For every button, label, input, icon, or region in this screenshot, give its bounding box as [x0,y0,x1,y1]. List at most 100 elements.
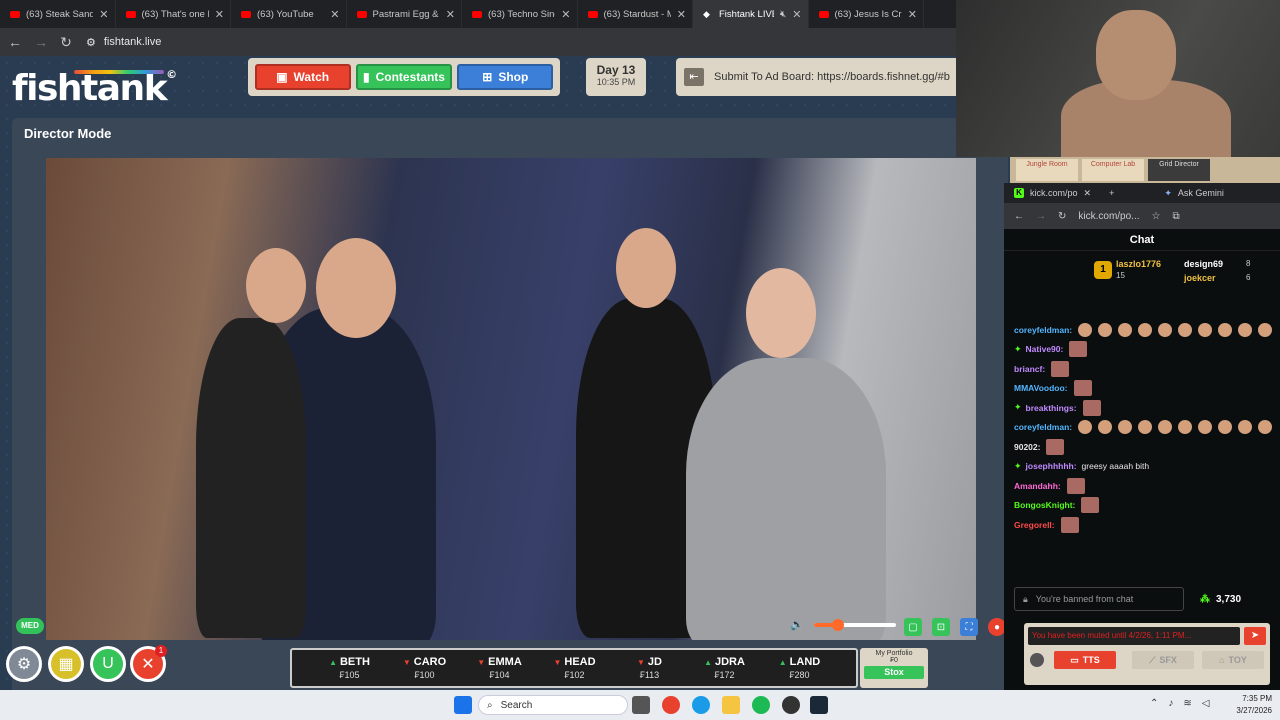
browser-tab[interactable]: (63) Steak Sandwich ✕ [0,0,116,28]
ticker-item[interactable]: ▲ JDRA ₣172 [687,656,762,680]
close-tab-icon[interactable]: ✕ [330,8,339,21]
volume-icon[interactable]: 🔈 [790,618,804,631]
chat-username[interactable]: josephhhhh: [1026,461,1077,471]
ticker-item[interactable]: ▲ LAND ₣280 [762,656,837,680]
url-field[interactable]: ⚙ fishtank.live [86,36,161,49]
spotify-icon[interactable] [752,696,770,714]
chat-username[interactable]: coreyfeldman: [1014,422,1072,432]
ticker-item[interactable]: ▼ EMMA ₣104 [462,656,537,680]
forward-icon[interactable]: → [34,34,48,50]
new-tab-icon[interactable]: + [1109,188,1114,198]
live-video[interactable] [46,158,976,640]
emoji-icon[interactable] [1030,653,1044,667]
browser-tab[interactable]: (63) Techno Singul ✕ [462,0,578,28]
start-icon[interactable] [454,696,472,714]
chat-tab-title[interactable]: kick.com/po [1030,188,1078,198]
steam-icon[interactable] [810,696,828,714]
close-tab-icon[interactable]: ✕ [677,8,686,21]
chat-username[interactable]: Amandahh: [1014,481,1061,491]
chevron-up-icon[interactable]: ⌃ [1150,698,1158,709]
ticker-price: ₣172 [714,670,735,680]
ticker-name: EMMA [488,656,522,668]
mic-icon[interactable]: ♪ [1168,698,1173,709]
send-button[interactable]: ➤ [1244,627,1266,645]
chat-username[interactable]: coreyfeldman: [1014,325,1072,335]
contestants-button[interactable]: ▮ Contestants [355,64,452,90]
close-tab-icon[interactable]: ✕ [215,8,224,21]
reload-icon[interactable]: ↻ [60,34,72,51]
back-arrow-icon[interactable]: ⇤ [684,68,704,86]
ticker-item[interactable]: ▼ CARO ₣100 [387,656,462,680]
browser-tab[interactable]: ◆ Fishtank LIVE 🔇︎ ✕ [693,0,809,28]
gift-button[interactable]: ▦ [48,646,84,682]
chat-username[interactable]: Gregorell: [1014,520,1055,530]
youtube-icon [241,10,251,18]
shop-button[interactable]: ⊞ Shop [457,64,554,90]
ticker-name-row: ▲ LAND [762,656,837,668]
chat-username[interactable]: Native90: [1026,344,1064,354]
chat-username[interactable]: BongosKnight: [1014,500,1075,510]
rank-badge: 1 [1094,261,1112,279]
clock[interactable]: 7:35 PM 3/27/2026 [1224,693,1272,717]
close-tab-icon[interactable]: ✕ [446,8,455,21]
back-icon[interactable]: ← [1014,211,1024,222]
tools-button[interactable]: ✕ 1 [130,645,167,682]
chat-username[interactable]: breakthings: [1026,403,1077,413]
settings-button[interactable]: ⚙ [6,646,42,682]
chat-username[interactable]: MMAVoodoo: [1014,383,1068,393]
fishtank-logo[interactable]: fishtank© [12,68,177,109]
camera-tab[interactable]: Grid Director [1148,159,1210,181]
chat-input[interactable]: 🔒︎ You're banned from chat [1014,587,1184,611]
browser-tab[interactable]: (63) Stardust - Mu ✕ [578,0,693,28]
chat-url-text[interactable]: kick.com/po... [1078,211,1139,222]
back-icon[interactable]: ← [8,34,22,50]
browser-tab[interactable]: Pastrami Egg & Ch ✕ [347,0,462,28]
mute-tab-icon[interactable]: 🔇︎ [780,9,786,20]
speaker-icon[interactable]: ◁ [1202,698,1210,709]
browser-tab[interactable]: (63) That's one hec ✕ [116,0,231,28]
magnet-button[interactable]: U [90,646,126,682]
chat-username[interactable]: briancf: [1014,364,1045,374]
camera-tab[interactable]: Computer Lab [1082,159,1144,181]
quality-badge[interactable]: MED [16,618,44,634]
camera-tab[interactable]: Jungle Room [1016,159,1078,181]
ask-gemini-button[interactable]: Ask Gemini [1178,188,1224,198]
toy-button[interactable]: ⌂ TOY [1202,651,1264,669]
cast-icon[interactable]: ⊡ [932,618,950,636]
chat-username[interactable]: 90202: [1014,442,1040,452]
ad-board-banner[interactable]: ⇤ Submit To Ad Board: https://boards.fis… [676,58,966,96]
star-icon[interactable]: ☆ [1152,211,1161,222]
clip-icon[interactable]: ▢ [904,618,922,636]
close-tab-icon[interactable]: ✕ [99,8,108,21]
tts-panel: You have been muted until 4/2/26, 1:11 P… [1024,623,1270,685]
close-tab-icon[interactable]: ✕ [561,8,570,21]
reload-icon[interactable]: ↻ [1058,211,1066,222]
site-info-icon[interactable]: ⚙ [86,36,96,49]
forward-icon[interactable]: → [1036,211,1046,222]
close-tab-icon[interactable]: ✕ [792,8,801,21]
task-view-icon[interactable] [632,696,650,714]
fullscreen-icon[interactable]: ⛶ [960,618,978,636]
close-tab-icon[interactable]: ✕ [908,8,917,21]
watch-button[interactable]: ▣ Watch [254,64,351,90]
ticker-item[interactable]: ▲ BETH ₣105 [312,656,387,680]
volume-knob[interactable] [832,618,845,631]
tts-button[interactable]: ▭ TTS [1054,651,1116,669]
edge-icon[interactable] [692,696,710,714]
volume-slider[interactable] [813,618,896,631]
ticker-price: ₣280 [789,670,810,680]
browser-tab[interactable]: (63) Jesus Is Crucifi ✕ [809,0,924,28]
stox-button[interactable]: Stox [864,666,924,679]
taskbar-search[interactable]: ⌕ Search [478,695,628,715]
wifi-icon[interactable]: ≋ [1183,698,1191,709]
volume-control: 🔈 [790,618,896,631]
ticker-item[interactable]: ▼ HEAD ₣102 [537,656,612,680]
chrome-icon[interactable] [662,696,680,714]
extensions-icon[interactable]: ⧉ [1173,211,1180,222]
close-tab-icon[interactable]: ✕ [1084,188,1092,199]
sfx-button[interactable]: ⟋ SFX [1132,651,1194,669]
ticker-item[interactable]: ▼ JD ₣113 [612,656,687,680]
file-explorer-icon[interactable] [722,696,740,714]
browser-tab[interactable]: (63) YouTube ✕ [231,0,347,28]
app-icon[interactable] [782,696,800,714]
